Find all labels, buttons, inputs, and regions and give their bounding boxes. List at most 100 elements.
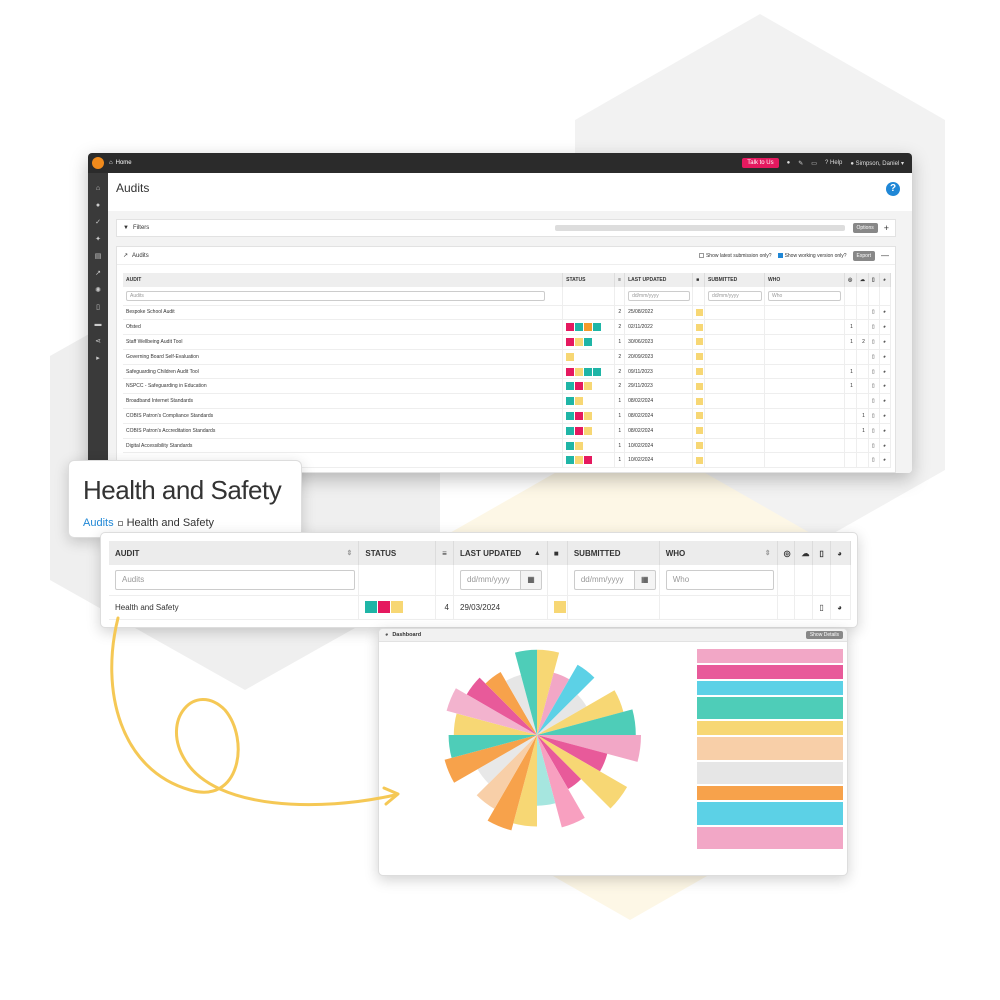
collapse-icon[interactable]: — [881, 251, 889, 260]
column-header-last-updated[interactable]: LAST UPDATED ▲ [453, 541, 548, 565]
expand-filters-icon[interactable]: + [884, 223, 889, 233]
column-header-status[interactable]: STATUS [358, 541, 437, 565]
gear-icon[interactable]: ✺ [94, 287, 102, 295]
status-chip[interactable] [575, 441, 584, 450]
working-version-checkbox[interactable]: Show working version only? [777, 253, 847, 259]
inbox-icon[interactable]: ▭ [811, 160, 817, 167]
legend-bar[interactable] [697, 649, 843, 663]
document-icon[interactable]: ▯ [868, 319, 880, 336]
flag-chip[interactable] [696, 442, 704, 450]
legend-bar[interactable] [697, 665, 843, 679]
pie-icon[interactable]: ◕ [879, 452, 892, 469]
home-icon[interactable]: ⌂ [94, 185, 102, 193]
status-chip[interactable] [391, 601, 404, 613]
pie-icon[interactable]: ◕ [879, 423, 892, 439]
breadcrumb-audits-link[interactable]: Audits [83, 517, 114, 529]
status-chip[interactable] [575, 337, 584, 346]
status-chip[interactable] [575, 397, 584, 406]
status-chip[interactable] [566, 411, 575, 420]
column-header-who[interactable]: WHO ⇕ [659, 541, 778, 565]
flag-chip[interactable] [696, 368, 704, 376]
pie-icon[interactable]: ◕ [830, 595, 851, 620]
chart-icon[interactable]: ↗ [94, 270, 102, 278]
status-chip[interactable] [584, 382, 593, 391]
audit-name[interactable]: NSPCC - Safeguarding in Education [123, 378, 564, 395]
flag-chip[interactable] [696, 382, 704, 390]
status-chip[interactable] [575, 426, 584, 435]
flag-chip[interactable] [696, 338, 704, 346]
column-header-last-updated[interactable]: LAST UPDATED [624, 273, 694, 287]
status-chip[interactable] [584, 456, 593, 465]
status-chip[interactable] [584, 337, 593, 346]
who-input[interactable]: Who [665, 569, 774, 590]
table-row[interactable]: COBIS Patron's Compliance Standards 1 08/0… [123, 408, 892, 424]
legend-bar[interactable] [697, 826, 843, 849]
pie-icon[interactable]: ◕ [879, 438, 892, 454]
status-chip[interactable] [584, 426, 593, 435]
expand-icon[interactable]: ▸ [94, 355, 102, 363]
legend-bar[interactable] [697, 681, 843, 695]
status-chip[interactable] [566, 456, 575, 465]
audit-name[interactable]: Digital Accessibility Standards [123, 438, 564, 454]
who-input[interactable]: Who [768, 290, 841, 301]
audit-name[interactable]: Ofsted [123, 319, 564, 336]
status-chip[interactable] [566, 352, 575, 361]
table-row[interactable]: Health and Safety 4 29/03/2024 ▯ ◕ [109, 595, 851, 620]
document-icon[interactable]: ▯ [868, 423, 880, 439]
status-chip[interactable] [575, 382, 584, 391]
status-chip[interactable] [593, 367, 602, 376]
status-chip[interactable] [575, 323, 584, 332]
document-icon[interactable]: ▯ [94, 304, 102, 312]
audit-search-input[interactable]: Audits [115, 569, 355, 590]
table-row[interactable]: Safeguarding Children Audit Tool 2 09/11/2… [123, 364, 892, 380]
legend-bar[interactable] [697, 761, 843, 785]
legend-bar[interactable] [697, 786, 843, 801]
help-link[interactable]: ? Help [825, 160, 842, 166]
calendar-icon[interactable]: ▦ [520, 569, 542, 590]
book-icon[interactable]: ▤ [94, 253, 102, 261]
legend-bar[interactable] [697, 802, 843, 825]
last-updated-date-input[interactable]: dd/mm/yyyy [628, 290, 690, 301]
column-header-submitted[interactable]: SUBMITTED [704, 273, 766, 287]
column-header-audit[interactable]: AUDIT [123, 273, 564, 287]
submitted-date-input[interactable]: dd/mm/yyyy [708, 290, 762, 301]
audit-name[interactable]: Health and Safety [109, 595, 360, 620]
calendar-icon[interactable]: ▦ [633, 569, 656, 590]
pie-icon[interactable]: ◕ [879, 393, 892, 410]
status-chip[interactable] [566, 397, 575, 406]
table-row[interactable]: COBIS Patron's Accreditation Standards 1 0… [123, 423, 892, 439]
flag-chip[interactable] [696, 353, 704, 361]
column-header-submitted[interactable]: SUBMITTED [567, 541, 660, 565]
flag-chip[interactable] [696, 308, 704, 316]
link-icon[interactable]: ✎ [798, 160, 803, 167]
document-icon[interactable]: ▯ [868, 364, 880, 380]
legend-bar[interactable] [697, 721, 843, 736]
home-link[interactable]: ⌂ Home [109, 160, 132, 166]
audit-name[interactable]: Safeguarding Children Audit Tool [123, 364, 564, 380]
flag-chip[interactable] [553, 601, 566, 613]
user-menu[interactable]: ● Simpson, Daniel ▾ [850, 160, 904, 167]
table-row[interactable]: Digital Accessibility Standards 1 10/02/20… [123, 438, 892, 454]
flag-chip[interactable] [696, 456, 704, 464]
audit-name[interactable]: Bespoke School Audit [123, 305, 564, 321]
flag-chip[interactable] [696, 397, 704, 405]
audit-name[interactable]: COBIS Patron's Compliance Standards [123, 408, 564, 424]
column-header-audit[interactable]: AUDIT ⇕ [109, 541, 360, 565]
table-row[interactable]: NSPCC - Safeguarding in Education 2 29/11/… [123, 378, 892, 395]
document-icon[interactable]: ▯ [868, 334, 880, 350]
legend-bar[interactable] [697, 737, 843, 760]
help-icon[interactable]: ? [886, 182, 900, 196]
pie-icon[interactable]: ◕ [879, 334, 892, 350]
pie-icon[interactable]: ◕ [879, 305, 892, 321]
document-icon[interactable]: ▯ [868, 378, 880, 395]
app-logo-icon[interactable] [92, 157, 104, 169]
status-chip[interactable] [575, 411, 584, 420]
audit-search-input[interactable]: Audits [126, 290, 545, 301]
document-icon[interactable]: ▯ [868, 452, 880, 469]
status-chip[interactable] [378, 601, 391, 613]
document-icon[interactable]: ▯ [868, 408, 880, 424]
pie-icon[interactable]: ◕ [879, 378, 892, 395]
document-icon[interactable]: ▯ [868, 393, 880, 410]
filters-panel[interactable]: ▼ Filters Options + [116, 219, 896, 237]
show-details-button[interactable]: Show Details [805, 631, 843, 639]
